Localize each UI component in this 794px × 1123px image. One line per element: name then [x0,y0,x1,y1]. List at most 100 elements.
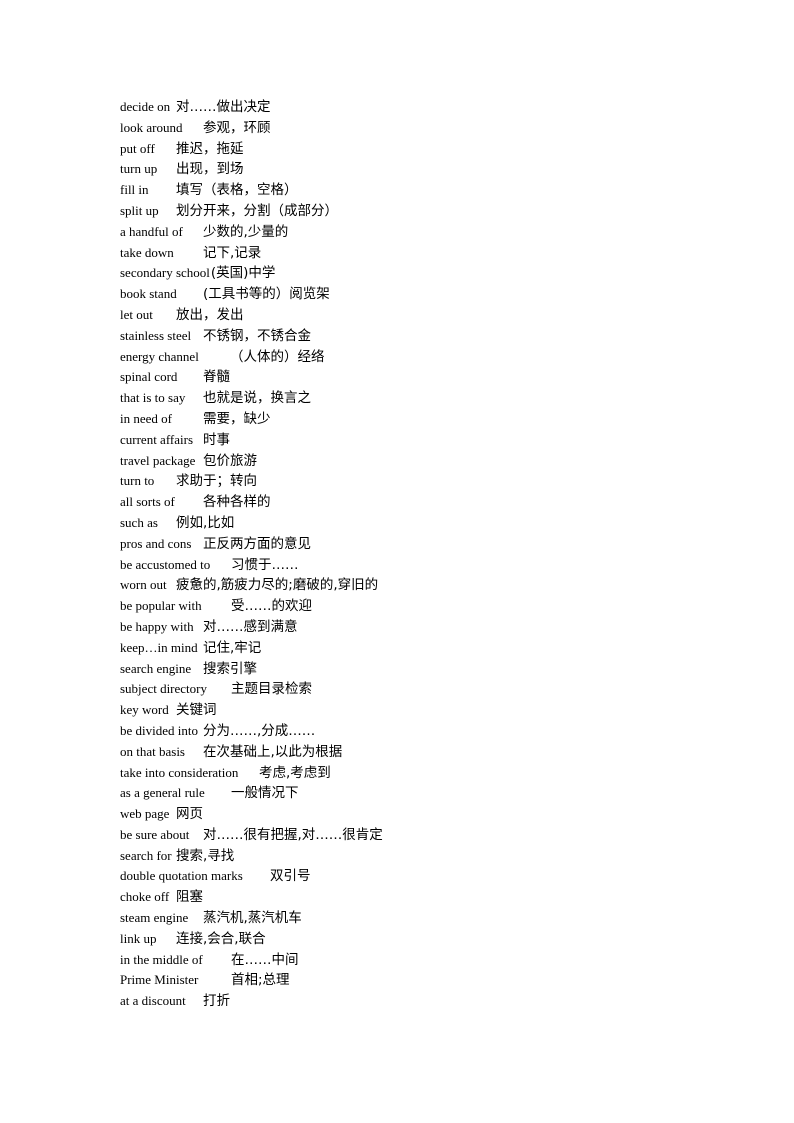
phrase-entry: on that basis 在次基础上,以此为根据 [120,742,342,763]
english-phrase: travel package [120,452,196,468]
english-phrase: a handful of [120,223,183,239]
phrase-entry: be happy with 对……感到满意 [120,617,298,638]
english-phrase: be happy with [120,618,194,634]
english-phrase: at a discount [120,993,186,1009]
chinese-meaning: 需要，缺少 [203,410,271,427]
phrase-entry: stainless steel 不锈钢，不锈合金 [120,326,311,347]
phrase-entry: be accustomed to 习惯于…… [120,555,299,576]
english-phrase: stainless steel [120,327,192,343]
phrase-entry: at a discount 打折 [120,991,243,1012]
phrase-entry: subject directory 主题目录检索 [120,679,312,700]
phrase-entry: split up 划分开来，分割（成部分） [120,201,338,222]
chinese-meaning: 搜索引擎 [203,660,257,677]
chinese-meaning: 求助于；转向 [176,473,257,490]
english-phrase: turn to [120,473,155,489]
phrase-entry: travel package 包价旅游 [120,451,257,472]
chinese-meaning: 在次基础上,以此为根据 [203,743,343,760]
phrase-entry: key word 关键词 [120,700,243,721]
chinese-meaning: 不锈钢，不锈合金 [203,327,311,344]
chinese-meaning: 搜索,寻找 [176,847,235,864]
phrase-entry: in the middle of 在……中间 [120,950,299,971]
english-phrase: as a general rule [120,785,205,801]
english-phrase: be accustomed to [120,556,211,572]
english-phrase: Prime Minister [120,972,199,988]
english-phrase: book stand [120,286,177,302]
phrase-entry: in need of 需要，缺少 [120,409,271,430]
english-phrase: steam engine [120,910,189,926]
chinese-meaning: 受……的欢迎 [231,598,312,615]
english-phrase: in the middle of [120,951,203,967]
english-phrase: choke off [120,889,170,905]
phrase-entry: choke off 阻塞 [120,887,243,908]
phrase-entry: link up 连接,会合,联合 [120,929,266,950]
chinese-meaning: 对……感到满意 [203,618,298,635]
chinese-meaning: 双引号 [270,868,311,885]
chinese-meaning: 蒸汽机,蒸汽机车 [203,910,302,927]
chinese-meaning: 记住,牢记 [203,639,262,656]
english-phrase: be divided into [120,722,198,738]
phrase-entry: take down 记下,记录 [120,243,261,264]
chinese-meaning: 连接,会合,联合 [176,930,266,947]
english-phrase: in need of [120,410,172,426]
phrase-entry: turn up 出现，到场 [120,159,244,180]
phrase-entry: current affairs 时事 [120,430,243,451]
chinese-meaning: 阻塞 [176,889,203,906]
phrase-entry: be popular with 受……的欢迎 [120,596,312,617]
english-phrase: split up [120,202,159,218]
chinese-meaning: 例如,比如 [176,514,235,531]
chinese-meaning: 网页 [176,806,203,823]
chinese-meaning: 对……做出决定 [176,99,271,115]
english-phrase: take down [120,244,174,260]
english-phrase: be sure about [120,826,190,842]
english-phrase: fill in [120,182,149,198]
phrase-entry: decide on 对……做出决定 [120,97,271,118]
phrase-entry: as a general rule 一般情况下 [120,783,299,804]
phrase-entry: all sorts of 各种各样的 [120,492,271,513]
english-phrase: pros and cons [120,535,192,551]
chinese-meaning: 主题目录检索 [231,681,312,698]
phrase-entry: double quotation marks 双引号 [120,866,311,887]
english-phrase: decide on [120,99,171,114]
phrase-entry: Prime Minister 首相;总理 [120,970,290,991]
chinese-meaning: 打折 [203,993,230,1010]
phrase-entry: that is to say 也就是说，换言之 [120,388,311,409]
english-phrase: look around [120,119,183,135]
phrase-entry: keep…in mind 记住,牢记 [120,638,261,659]
english-phrase: link up [120,930,157,946]
chinese-meaning: 各种各样的 [203,494,271,511]
chinese-meaning: 放出，发出 [176,306,244,323]
document-page: decide on 对……做出决定 look around 参观，环顾 put off 推… [0,0,794,1123]
chinese-meaning: 时事 [203,431,230,448]
english-phrase: secondary school [120,265,210,281]
english-phrase: current affairs [120,431,194,447]
chinese-meaning: 在……中间 [231,951,299,968]
phrase-entry: look around 参观，环顾 [120,118,271,139]
english-phrase: keep…in mind [120,639,198,655]
phrase-entry: take into consideration 考虑,考虑到 [120,763,331,784]
english-phrase: subject directory [120,681,207,697]
chinese-meaning: 出现，到场 [176,161,244,178]
english-phrase: energy channel [120,348,199,364]
phrase-entry: secondary school (英国)中学 [120,263,275,284]
phrase-entry: search for 搜索,寻找 [120,846,243,867]
chinese-meaning: (英国)中学 [210,265,276,282]
phrase-entry: book stand (工具书等的）阅览架 [120,284,330,305]
chinese-meaning: 对……很有把握,对……很肯定 [203,826,383,843]
phrase-entry: steam engine 蒸汽机,蒸汽机车 [120,908,302,929]
phrase-entry: such as 例如,比如 [120,513,243,534]
english-phrase: spinal cord [120,369,178,385]
chinese-meaning: 划分开来，分割（成部分） [176,202,338,219]
english-phrase: search engine [120,660,192,676]
phrase-entry: pros and cons 正反两方面的意见 [120,534,311,555]
phrase-entry: worn out 疲惫的,筋疲力尽的;磨破的,穿旧的 [120,575,378,596]
chinese-meaning: 记下,记录 [203,244,262,261]
english-phrase: be popular with [120,598,202,614]
phrase-entry: be divided into 分为……,分成…… [120,721,315,742]
chinese-meaning: 疲惫的,筋疲力尽的;磨破的,穿旧的 [176,577,379,594]
chinese-meaning: 关键词 [176,702,217,719]
chinese-meaning: 分为……,分成…… [203,722,316,739]
chinese-meaning: 脊髓 [203,369,230,386]
english-phrase: worn out [120,577,167,593]
english-phrase: take into consideration [120,764,239,780]
chinese-meaning: 首相;总理 [231,972,290,989]
